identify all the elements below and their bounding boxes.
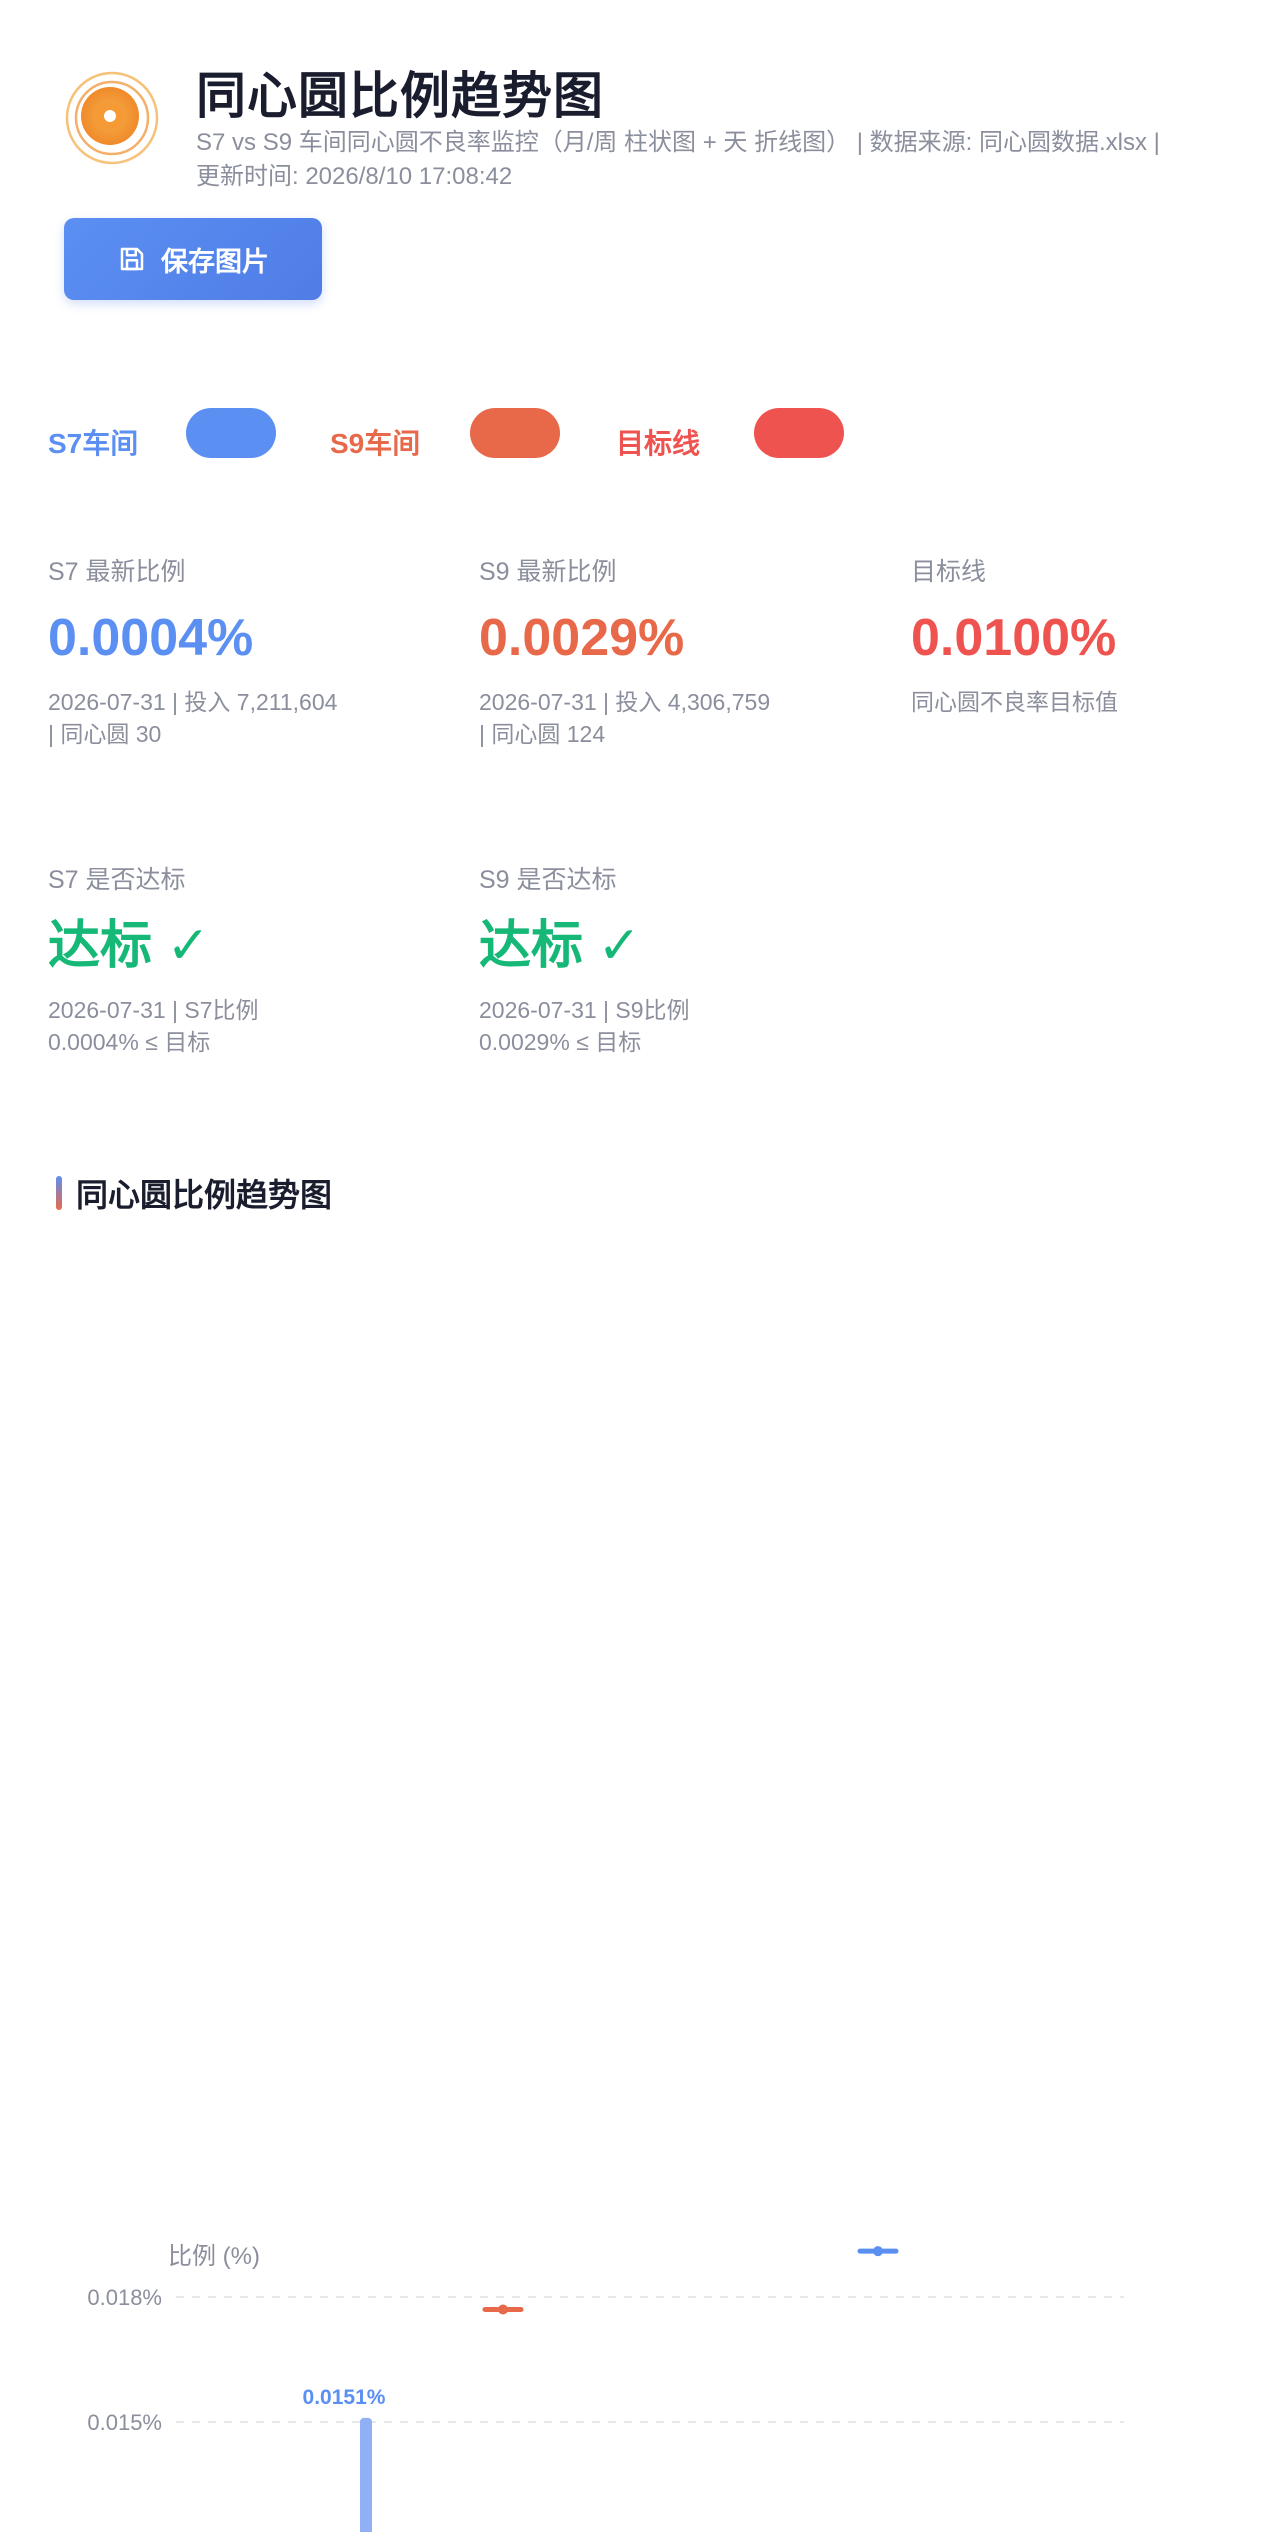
kpi-note: 同心圆不良率目标值 <box>911 689 1118 715</box>
kpi-value: 0.0004% <box>48 609 254 667</box>
legend-s9-label: S9车间 <box>330 428 421 459</box>
chart-section-title: 同心圆比例趋势图 <box>56 1170 332 1216</box>
series-marker-point <box>873 2246 883 2257</box>
kpi-s7-latest: S7 最新比例 0.0004% 2026-07-31 | 投入 7,211,60… <box>48 552 448 750</box>
trend-chart: 比例 (%) 0.018% 0.015% 0.0151% <box>87 2243 1124 2532</box>
page-title: 同心圆比例趋势图 <box>196 68 604 124</box>
chart-legend: S7车间 S9车间 目标线 <box>0 408 1264 468</box>
section-title-text: 同心圆比例趋势图 <box>76 1177 333 1213</box>
kpi-note: | 同心圆 124 <box>479 721 606 747</box>
legend-s9-toggle[interactable] <box>470 408 560 458</box>
kpi-value: 0.0100% <box>911 609 1117 667</box>
save-image-button[interactable]: 保存图片 <box>64 218 322 300</box>
kpi-label: S9 是否达标 <box>479 866 617 894</box>
kpi-label: S7 是否达标 <box>48 866 186 894</box>
y-axis-label: 比例 (%) <box>168 2243 260 2270</box>
page-subtitle: S7 vs S9 车间同心圆不良率监控（月/周 柱状图 + 天 折线图） | 数… <box>196 129 1160 190</box>
kpi-label: S9 最新比例 <box>479 558 617 586</box>
kpi-note: 0.0004% ≤ 目标 <box>48 1029 211 1055</box>
kpi-label: 目标线 <box>911 558 987 586</box>
legend-s7-label: S7车间 <box>48 428 139 459</box>
kpi-note: 2026-07-31 | 投入 7,211,604 <box>48 689 338 715</box>
kpi-value: 达标 ✓ <box>48 917 211 975</box>
legend-target-toggle[interactable] <box>754 408 844 458</box>
kpi-note: 0.0029% ≤ 目标 <box>479 1029 642 1055</box>
kpi-value: 0.0029% <box>479 609 685 667</box>
kpi-s7-pass: S7 是否达标 达标 ✓ 2026-07-31 | S7比例 0.0004% ≤… <box>48 860 448 1058</box>
kpi-note: 2026-07-31 | S9比例 <box>479 997 690 1023</box>
legend-s7-toggle[interactable] <box>186 408 276 458</box>
kpi-target: 目标线 0.0100% 同心圆不良率目标值 <box>911 552 1264 718</box>
page-root: 同心圆比例趋势图 S7 vs S9 车间同心圆不良率监控（月/周 柱状图 + 天… <box>0 0 1264 2532</box>
kpi-note: 2026-07-31 | S7比例 <box>48 997 259 1023</box>
kpi-note: | 同心圆 30 <box>48 721 162 747</box>
section-accent-bar <box>56 1176 62 1210</box>
kpi-value: 达标 ✓ <box>479 917 642 975</box>
y-tick-label: 0.015% <box>87 2410 162 2435</box>
kpi-note: 2026-07-31 | 投入 4,306,759 <box>479 689 771 715</box>
series-marker-point <box>498 2304 508 2315</box>
bar-value-label: 0.0151% <box>303 2386 386 2409</box>
save-button-label: 保存图片 <box>161 246 269 277</box>
y-tick-label: 0.018% <box>87 2285 162 2310</box>
concentric-circle-logo <box>65 71 159 165</box>
legend-target-label: 目标线 <box>616 428 701 459</box>
kpi-label: S7 最新比例 <box>48 558 186 586</box>
kpi-s9-latest: S9 最新比例 0.0029% 2026-07-31 | 投入 4,306,75… <box>479 552 879 750</box>
save-icon <box>120 247 144 271</box>
kpi-s9-pass: S9 是否达标 达标 ✓ 2026-07-31 | S9比例 0.0029% ≤… <box>479 860 879 1058</box>
bar <box>360 2417 372 2532</box>
